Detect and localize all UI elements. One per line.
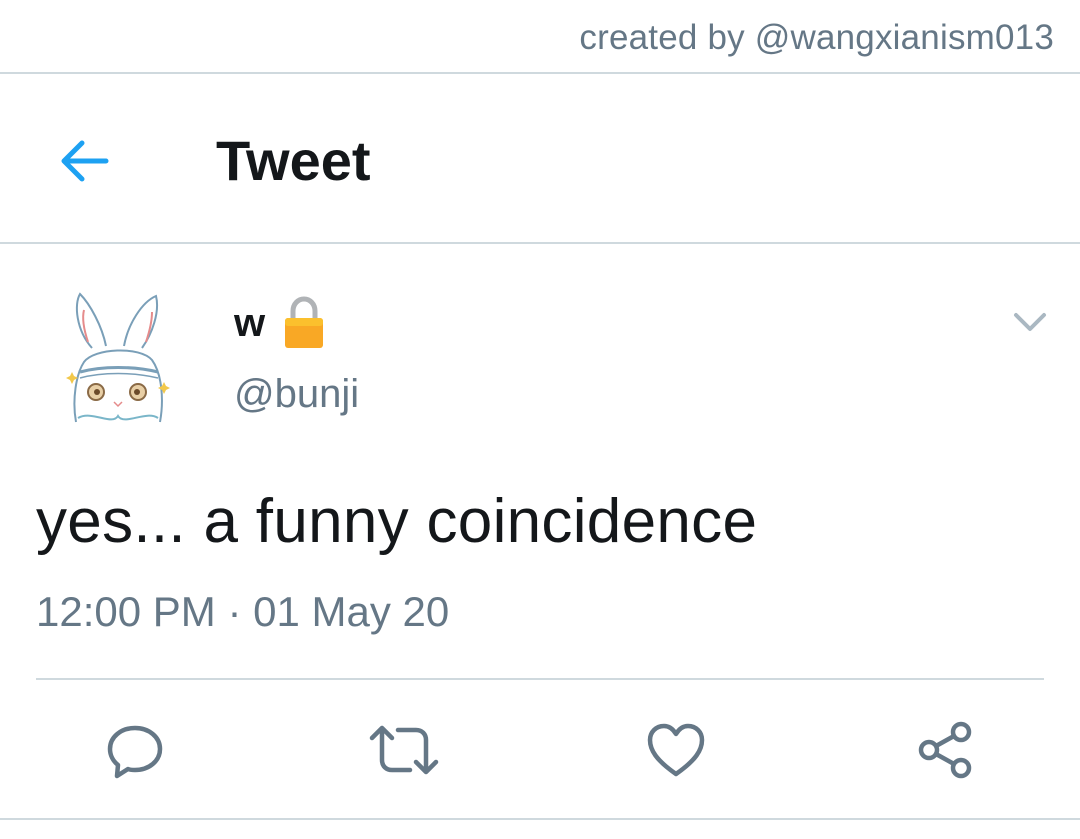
top-app-bar: Tweet [0, 74, 1080, 244]
avatar[interactable] [62, 290, 174, 430]
arrow-left-icon [61, 140, 109, 182]
chevron-down-icon [1014, 313, 1046, 331]
share-button[interactable] [905, 710, 985, 790]
tweet-menu-button[interactable] [1008, 302, 1052, 342]
author-display-name[interactable]: w [234, 301, 265, 346]
tweet-actions-bar [0, 710, 1080, 790]
share-icon [918, 721, 972, 779]
retweet-button[interactable] [364, 710, 444, 790]
watermark-bar: created by @wangxianism013 [0, 0, 1080, 74]
lock-icon [285, 296, 324, 348]
divider [36, 678, 1044, 680]
like-button[interactable] [636, 710, 716, 790]
author-handle[interactable]: @bunji [234, 372, 359, 417]
reply-icon [107, 725, 163, 779]
reply-button[interactable] [95, 710, 175, 790]
watermark-text: created by @wangxianism013 [579, 18, 1054, 57]
retweet-icon [369, 725, 439, 775]
heart-icon [647, 723, 705, 777]
white-bunny-avatar-icon [66, 292, 170, 423]
back-button[interactable] [52, 134, 116, 188]
tweet-text: yes... a funny coincidence [36, 487, 758, 556]
author-name-row[interactable]: w [234, 294, 325, 352]
tweet-detail-screen: created by @wangxianism013 Tweet w @bunj… [0, 0, 1080, 839]
divider [0, 818, 1080, 820]
page-title: Tweet [216, 129, 371, 192]
tweet-timestamp[interactable]: 12:00 PM · 01 May 20 [36, 588, 449, 636]
